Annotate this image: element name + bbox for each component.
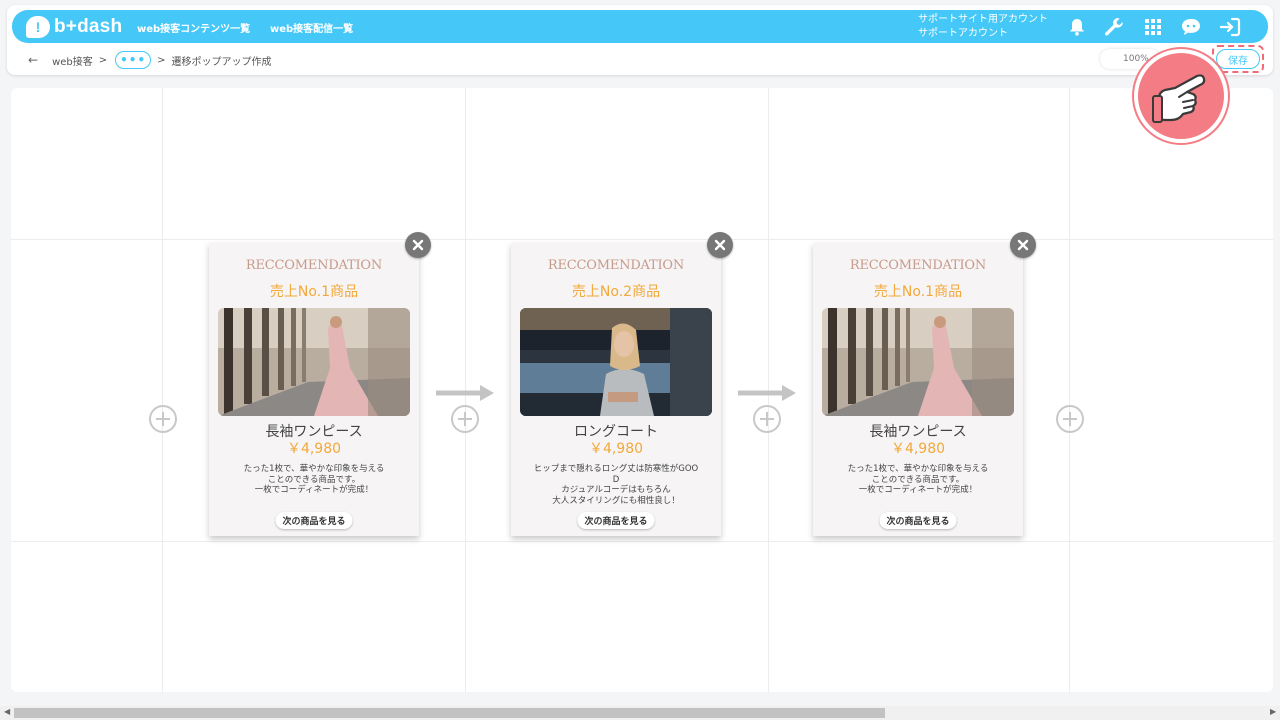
close-icon[interactable] xyxy=(1010,232,1036,258)
grid-line xyxy=(11,239,1273,240)
product-price: ￥4,980 xyxy=(588,441,644,457)
popup-eyebrow: RECCOMENDATION xyxy=(547,258,685,273)
grid-apps-icon[interactable] xyxy=(1142,16,1164,38)
support-chat-icon[interactable] xyxy=(1180,16,1202,38)
close-icon[interactable] xyxy=(405,232,431,258)
grid-line xyxy=(11,541,1273,542)
popup-rank: 売上No.1商品 xyxy=(269,284,359,300)
nav-delivery-list[interactable]: web接客配信一覧 xyxy=(270,20,353,35)
top-bar: ! b+dash web接客コンテンツ一覧 web接客配信一覧 サポートサイト用… xyxy=(12,10,1268,43)
next-product-button[interactable]: 次の商品を見る xyxy=(879,512,957,529)
save-button[interactable]: 保存 xyxy=(1216,49,1260,69)
product-description: たった1枚で、華やかな印象を与える ことのできる商品です。 一枚でコーディネート… xyxy=(847,464,989,495)
account-user-name: サポートアカウント xyxy=(918,28,1008,39)
bell-icon[interactable] xyxy=(1066,16,1088,38)
add-step-icon[interactable] xyxy=(149,405,177,433)
back-arrow-icon[interactable]: ← xyxy=(28,53,38,67)
scrollbar-thumb[interactable] xyxy=(14,708,885,718)
popup-rank: 売上No.2商品 xyxy=(571,284,661,300)
breadcrumb: ← web接客 > ••• > 遷移ポップアップ作成 xyxy=(28,51,272,69)
product-photo-dress xyxy=(822,308,1014,416)
breadcrumb-separator: > xyxy=(98,54,108,66)
popup-card[interactable]: RECCOMENDATION 売上No.2商品 ロングコート ￥4,980 ヒッ… xyxy=(511,243,721,536)
add-step-icon[interactable] xyxy=(1056,405,1084,433)
next-product-button[interactable]: 次の商品を見る xyxy=(275,512,353,529)
popup-card[interactable]: RECCOMENDATION 売上No.1商品 長袖ワンピース ￥4,980 た… xyxy=(209,243,419,536)
grid-line xyxy=(162,88,163,692)
product-price: ￥4,980 xyxy=(286,441,342,457)
popup-rank: 売上No.1商品 xyxy=(873,284,963,300)
breadcrumb-current: 遷移ポップアップ作成 xyxy=(171,56,272,68)
product-description: ヒップまで隠れるロング丈は防寒性がGOO D カジュアルコーデはもちろん 大人ス… xyxy=(533,464,699,506)
product-description: たった1枚で、華やかな印象を与える ことのできる商品です。 一枚でコーディネート… xyxy=(243,464,385,495)
product-price: ￥4,980 xyxy=(890,441,946,457)
add-step-icon[interactable] xyxy=(753,405,781,433)
close-icon[interactable] xyxy=(707,232,733,258)
breadcrumb-separator: > xyxy=(157,54,166,66)
flow-arrow-icon xyxy=(436,385,494,401)
scroll-left-icon[interactable]: ◀ xyxy=(4,707,10,716)
add-step-icon[interactable] xyxy=(451,405,479,433)
product-photo-coat xyxy=(520,308,712,416)
breadcrumb-more-button[interactable]: ••• xyxy=(115,51,152,69)
scroll-right-icon[interactable]: ▶ xyxy=(1270,707,1276,716)
nav-content-list[interactable]: web接客コンテンツ一覧 xyxy=(137,20,250,35)
product-photo-dress xyxy=(218,308,410,416)
flow-arrow-icon xyxy=(738,385,796,401)
account-info[interactable]: サポートサイト用アカウント サポートアカウント xyxy=(918,13,1048,41)
grid-line xyxy=(1069,88,1070,692)
pointing-hand-icon xyxy=(1134,49,1228,143)
next-product-button[interactable]: 次の商品を見る xyxy=(577,512,655,529)
logout-icon[interactable] xyxy=(1219,16,1241,38)
account-site-name: サポートサイト用アカウント xyxy=(918,14,1048,25)
logo[interactable]: ! b+dash xyxy=(26,15,122,39)
wrench-icon[interactable] xyxy=(1103,16,1125,38)
logo-text: b+dash xyxy=(54,16,123,37)
popup-card[interactable]: RECCOMENDATION 売上No.1商品 長袖ワンピース ￥4,980 た… xyxy=(813,243,1023,536)
popup-eyebrow: RECCOMENDATION xyxy=(245,258,383,273)
popup-eyebrow: RECCOMENDATION xyxy=(849,258,987,273)
logo-mark-icon: ! xyxy=(26,16,50,38)
breadcrumb-root[interactable]: web接客 xyxy=(52,53,93,68)
